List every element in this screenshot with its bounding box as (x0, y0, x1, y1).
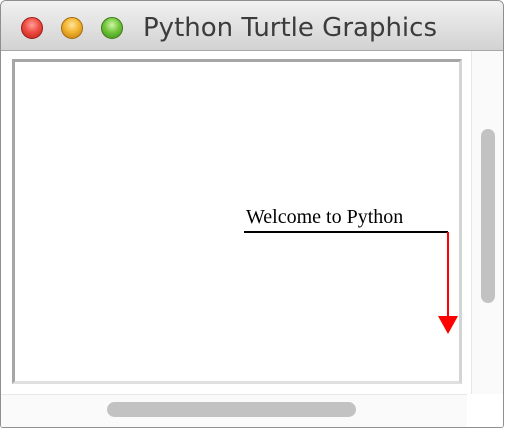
horizontal-scrollbar[interactable] (1, 394, 467, 427)
horizontal-scroll-thumb[interactable] (107, 402, 356, 417)
title-bar[interactable]: Python Turtle Graphics (1, 1, 503, 51)
minimize-button[interactable] (61, 17, 83, 39)
canvas-text: Welcome to Python (246, 206, 404, 228)
vertical-scrollbar[interactable] (471, 51, 503, 394)
window-content: Welcome to Python (1, 51, 503, 427)
turtle-canvas[interactable]: Welcome to Python (12, 59, 462, 384)
turtle-arrow-icon (438, 316, 458, 334)
zoom-button[interactable] (101, 17, 123, 39)
turtle-window: Python Turtle Graphics Welcome to Python (0, 0, 504, 428)
vertical-scroll-thumb[interactable] (481, 129, 495, 303)
close-button[interactable] (21, 17, 43, 39)
scroll-corner (467, 394, 503, 427)
window-title: Python Turtle Graphics (143, 13, 437, 43)
